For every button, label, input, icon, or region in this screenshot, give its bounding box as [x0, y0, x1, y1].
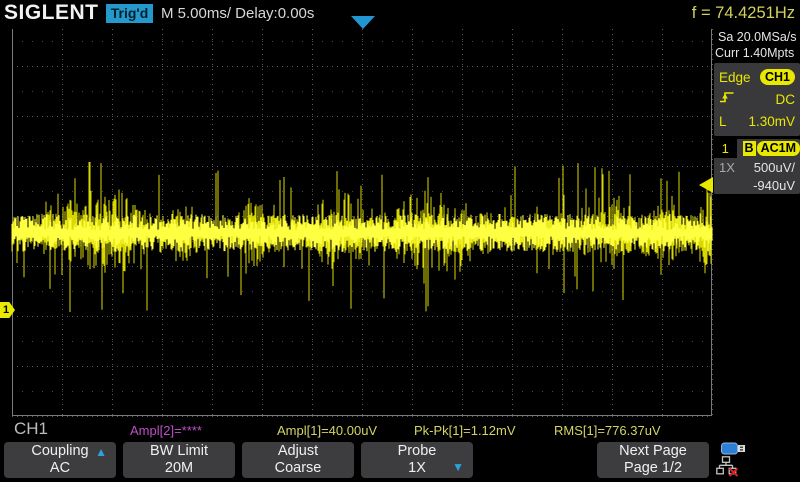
- sample-rate-readout: Sa 20.0MSa/s: [718, 30, 797, 44]
- volts-per-div-readout: 500uV/: [754, 160, 795, 175]
- timebase-readout: M 5.00ms/ Delay:0.00s: [161, 5, 314, 22]
- rising-edge-icon: [719, 90, 735, 109]
- measurement-pkpk1: Pk-Pk[1]=1.12mV: [414, 423, 516, 438]
- trigger-level-value: 1.30mV: [748, 114, 795, 129]
- channel-offset-readout: -940uV: [753, 178, 795, 193]
- channel1-info-panel[interactable]: 1 B AC1M 1X 500uV/ -940uV: [714, 139, 800, 194]
- softkey-adjust[interactable]: Adjust Coarse: [242, 442, 354, 478]
- softkey-probe-title: Probe: [361, 443, 473, 460]
- trigger-status-badge: Trig'd: [106, 4, 153, 23]
- channel-coupling-badge: AC1M: [757, 141, 800, 156]
- channel-number-badge: 1: [714, 139, 737, 158]
- softkey-adjust-value: Coarse: [242, 460, 354, 477]
- lan-disconnected-icon: [716, 456, 739, 482]
- softkey-next-page-title: Next Page: [597, 443, 709, 460]
- active-menu-title: CH1: [14, 419, 48, 439]
- trigger-level-marker[interactable]: [699, 177, 713, 193]
- softkey-bw-limit[interactable]: BW Limit 20M: [123, 442, 235, 478]
- softkey-bw-limit-value: 20M: [123, 460, 235, 477]
- softkey-probe[interactable]: Probe 1X ▼: [361, 442, 473, 478]
- softkey-bw-limit-title: BW Limit: [123, 443, 235, 460]
- softkey-coupling[interactable]: Coupling AC ▲: [4, 442, 116, 478]
- trigger-type-label: Edge: [719, 70, 751, 85]
- brand-logo: SIGLENT: [4, 1, 99, 25]
- trigger-source-badge: CH1: [760, 69, 795, 85]
- trigger-coupling-label: DC: [776, 92, 796, 107]
- probe-attenuation-readout: 1X: [719, 160, 735, 175]
- trigger-level-label: L: [719, 114, 727, 129]
- softkey-next-page-value: Page 1/2: [597, 460, 709, 477]
- softkey-next-page[interactable]: Next Page Page 1/2: [597, 442, 709, 478]
- measurement-rms1: RMS[1]=776.37uV: [554, 423, 661, 438]
- measurement-ampl2: Ampl[2]=****: [130, 423, 202, 438]
- chevron-up-icon: ▲: [95, 445, 107, 459]
- trigger-info-panel[interactable]: Edge CH1 DC L 1.30mV: [714, 63, 800, 136]
- bandwidth-limit-badge: B: [743, 141, 756, 156]
- frequency-counter: f = 74.4251Hz: [692, 4, 795, 23]
- waveform-display[interactable]: [0, 28, 713, 417]
- measurement-ampl1: Ampl[1]=40.00uV: [277, 423, 377, 438]
- chevron-down-icon: ▼: [452, 460, 464, 474]
- softkey-coupling-value: AC: [4, 460, 116, 477]
- softkey-adjust-title: Adjust: [242, 443, 354, 460]
- trigger-position-marker[interactable]: [351, 16, 375, 29]
- memory-depth-readout: Curr 1.40Mpts: [715, 46, 794, 60]
